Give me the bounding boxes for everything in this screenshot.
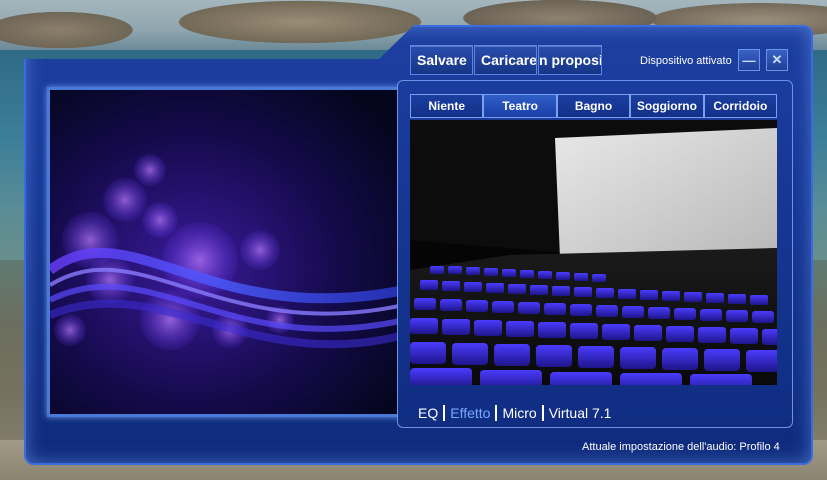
tab-label: Bagno [574,99,613,113]
tab-soggiorno[interactable]: Soggiorno [630,94,704,118]
tab-separator [443,405,446,421]
visualizer-panel [47,87,407,417]
visualizer-art [50,90,404,414]
theater-scene-image [410,120,777,385]
tab-teatro[interactable]: Teatro [483,94,557,118]
audio-profile-status: Attuale impostazione dell'audio: Profilo… [582,441,780,453]
device-status-label: Dispositivo attivato [640,55,732,67]
tab-effetto[interactable]: Effetto [450,405,490,421]
load-button[interactable]: Caricare [474,45,537,75]
mode-tabs: EQ Effetto Micro Virtual 7.1 [418,404,611,422]
tab-label: Soggiorno [636,99,697,113]
save-button[interactable]: Salvare [410,45,473,75]
minimize-icon: — [742,52,756,68]
tab-separator [541,405,544,421]
environment-tabs: Niente Teatro Bagno Soggiorno Corridoio [410,94,778,118]
about-button[interactable]: n proposito [538,45,602,75]
tab-virtual-7-1[interactable]: Virtual 7.1 [549,405,612,421]
tab-separator [495,405,498,421]
tab-corridoio[interactable]: Corridoio [703,94,778,118]
tab-bagno[interactable]: Bagno [556,94,631,118]
minimize-button[interactable]: — [738,49,760,71]
close-button[interactable]: ✕ [766,49,788,71]
close-icon: ✕ [771,52,783,67]
theater-illustration [410,120,777,385]
tab-eq[interactable]: EQ [418,405,438,421]
tab-micro[interactable]: Micro [502,405,536,421]
tab-niente[interactable]: Niente [410,94,484,118]
tab-label: Niente [428,99,466,113]
tab-label: Corridoio [713,99,768,113]
tab-label: Teatro [502,99,538,113]
